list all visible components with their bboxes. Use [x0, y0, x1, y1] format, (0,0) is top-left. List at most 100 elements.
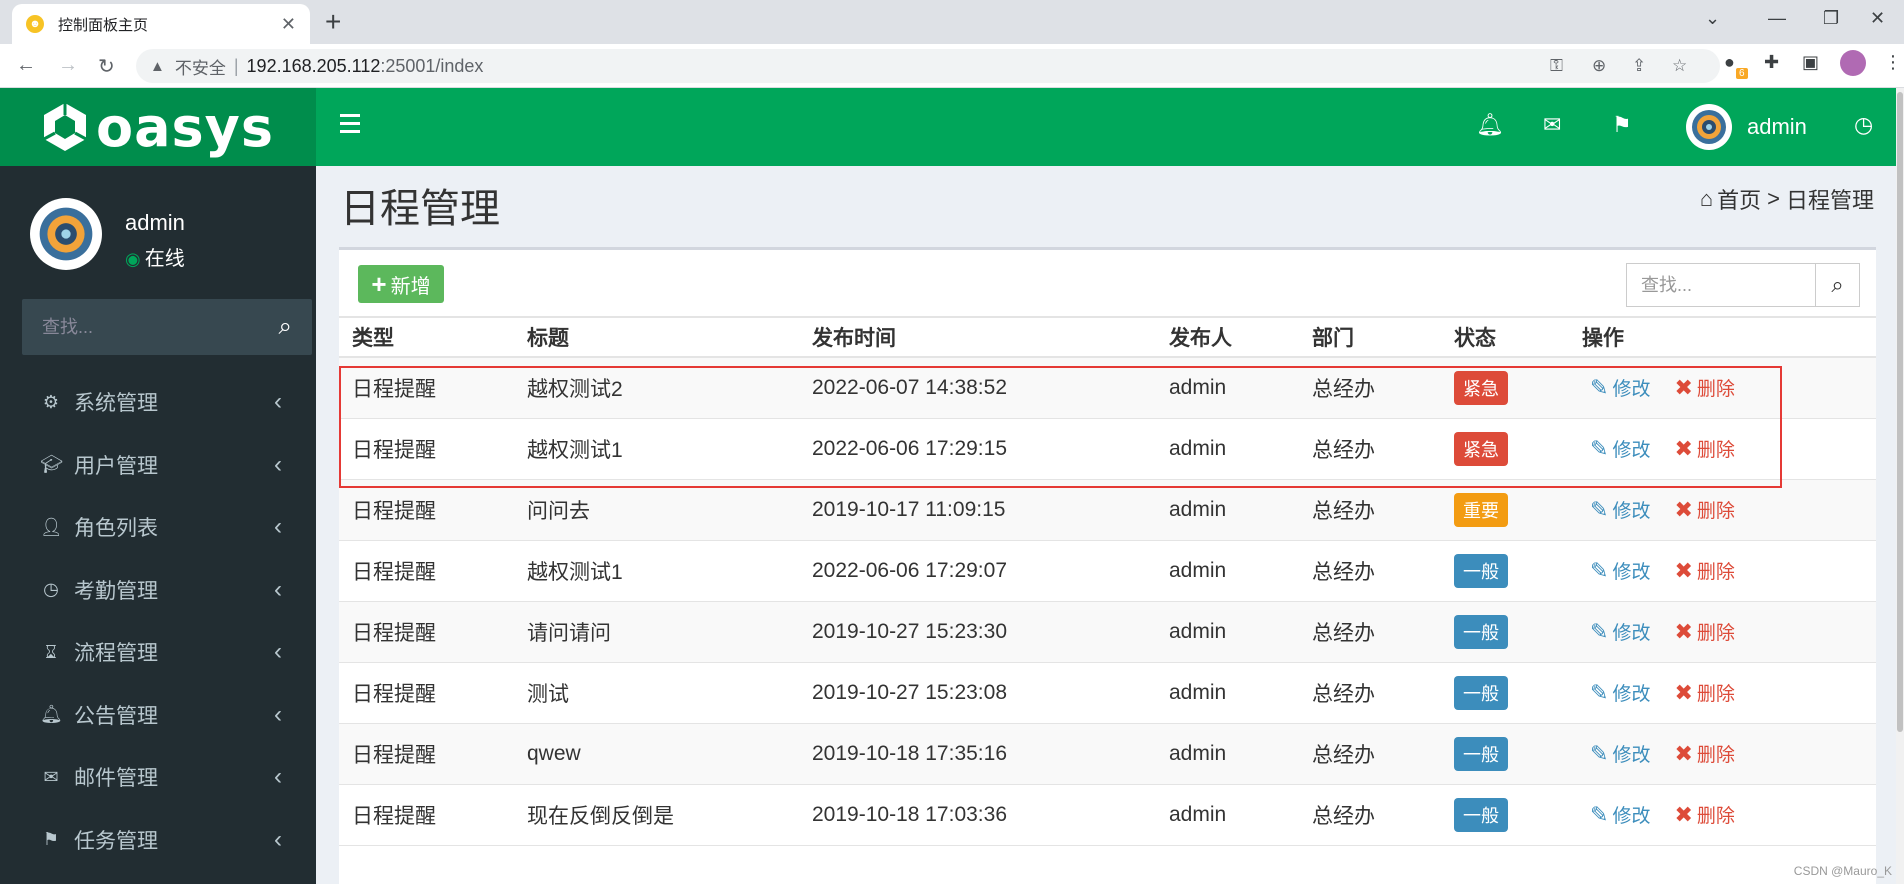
edit-button[interactable]: ✎ 修改 [1590, 801, 1650, 828]
sidebar: admin ◉在线 ⌕ ⚙ 系统管理 ‹ 🎓︎ 用户管理 ‹ 👤︎ 角色列表 ‹… [0, 166, 316, 884]
zoom-icon[interactable]: ⊕ [1592, 56, 1606, 76]
bookmark-star-icon[interactable]: ☆ [1672, 56, 1687, 76]
delete-label: 删除 [1696, 562, 1735, 583]
cell-dept: 总经办 [1299, 357, 1441, 419]
search-icon[interactable]: ⌕ [279, 313, 292, 341]
column-header-dept: 部门 [1299, 316, 1441, 358]
close-window-icon[interactable]: ✕ [1870, 8, 1885, 29]
edit-button[interactable]: ✎ 修改 [1590, 618, 1650, 645]
edit-icon: ✎ [1590, 374, 1609, 400]
url-field[interactable]: ▲ 不安全 | 192.168.205.112 :25001/index ⚿ ⊕… [136, 49, 1720, 83]
sidebar-item-label: 邮件管理 [74, 767, 158, 791]
close-tab-icon[interactable]: ✕ [281, 14, 296, 35]
table-row: 日程提醒 越权测试2 2022-06-07 14:38:52 admin 总经办 紧急 ✎ 修… [339, 357, 1876, 419]
flag-icon[interactable]: ⚑ [1612, 112, 1632, 138]
bell-icon[interactable]: 🔔︎ [1476, 112, 1504, 138]
delete-button[interactable]: ✖ 删除 [1674, 740, 1734, 767]
sidebar-item-tasks[interactable]: ⚑ 任务管理 ‹ [0, 809, 316, 872]
user-panel: admin ◉ 在线 [30, 198, 185, 270]
scrollbar-thumb[interactable] [1897, 92, 1903, 732]
profile-avatar[interactable] [1840, 50, 1866, 76]
forward-icon[interactable]: → [58, 54, 78, 77]
new-tab-button[interactable]: + [325, 7, 341, 37]
app-logo[interactable]: oasys [0, 88, 316, 166]
edit-button[interactable]: ✎ 修改 [1590, 557, 1650, 584]
cell-publisher: admin [1156, 479, 1299, 541]
menu-dots-icon[interactable]: ⋮ [1884, 52, 1902, 73]
sidebar-item-label: 考勤管理 [74, 579, 158, 603]
add-button[interactable]: + 新增 [358, 265, 444, 303]
sidebar-item-roles[interactable]: 👤︎ 角色列表 ‹ [0, 496, 316, 559]
breadcrumb-home[interactable]: 首页 [1717, 183, 1761, 215]
edit-button[interactable]: ✎ 修改 [1590, 435, 1650, 462]
table-row: 日程提醒 qwew 2019-10-18 17:35:16 admin 总经办 一般 ✎ 修改… [339, 723, 1876, 785]
delete-button[interactable]: ✖ 删除 [1674, 679, 1734, 706]
delete-button[interactable]: ✖ 删除 [1674, 801, 1734, 828]
edit-button[interactable]: ✎ 修改 [1590, 374, 1650, 401]
edit-button[interactable]: ✎ 修改 [1590, 679, 1650, 706]
edit-button[interactable]: ✎ 修改 [1590, 740, 1650, 767]
sidebar-item-system[interactable]: ⚙ 系统管理 ‹ [0, 371, 316, 434]
status-badge: 一般 [1454, 675, 1508, 710]
delete-button[interactable]: ✖ 删除 [1674, 496, 1734, 523]
sidepanel-icon[interactable]: ▣ [1802, 52, 1819, 73]
browser-tab[interactable]: ☻ 控制面板主页 ✕ [12, 4, 310, 44]
puzzle-icon[interactable]: ✚ [1764, 52, 1779, 73]
breadcrumb-current: 日程管理 [1785, 188, 1874, 213]
avatar[interactable] [1686, 104, 1732, 150]
delete-button[interactable]: ✖ 删除 [1674, 374, 1734, 401]
sidebar-item-label: 公告管理 [74, 704, 158, 728]
chevron-left-icon: ‹ [274, 700, 282, 728]
nav-user-name[interactable]: admin [1747, 114, 1807, 140]
cell-status: 紧急 [1441, 418, 1569, 480]
extension-icon[interactable]: ● [1724, 52, 1735, 73]
back-icon[interactable]: ← [16, 54, 36, 77]
delete-button[interactable]: ✖ 删除 [1674, 557, 1734, 584]
sidebar-item-process[interactable]: ⌛︎ 流程管理 ‹ [0, 621, 316, 684]
sidebar-item-label: 用户管理 [74, 454, 158, 478]
sidebar-item-notice[interactable]: 🔔︎ 公告管理 ‹ [0, 684, 316, 747]
address-bar: ← → ↻ ▲ 不安全 | 192.168.205.112 :25001/ind… [0, 44, 1904, 88]
url-path: :25001/index [380, 55, 484, 76]
cell-type: 日程提醒 [339, 479, 514, 541]
tab-search-chevron-icon[interactable]: ⌄ [1705, 8, 1720, 29]
delete-button[interactable]: ✖ 删除 [1674, 618, 1734, 645]
status-badge: 紧急 [1454, 370, 1508, 405]
online-status-label: 在线 [144, 248, 185, 270]
edit-icon: ✎ [1590, 435, 1609, 461]
cell-actions: ✎ 修改 ✖ 删除 [1569, 601, 1876, 663]
cell-title: 请问请问 [514, 601, 799, 663]
column-header-title: 标题 [514, 316, 799, 358]
edit-icon: ✎ [1590, 618, 1609, 644]
sidebar-item-users[interactable]: 🎓︎ 用户管理 ‹ [0, 434, 316, 497]
sidebar-item-attendance[interactable]: ◷ 考勤管理 ‹ [0, 559, 316, 622]
edit-icon: ✎ [1590, 557, 1609, 583]
envelope-icon[interactable]: ✉ [1543, 112, 1561, 138]
cell-actions: ✎ 修改 ✖ 删除 [1569, 723, 1876, 785]
sidebar-toggle-icon[interactable] [340, 114, 360, 138]
table-row: 日程提醒 现在反倒反倒是 2019-10-18 17:03:36 admin 总经办 一般… [339, 784, 1876, 846]
reload-icon[interactable]: ↻ [98, 54, 115, 79]
cell-dept: 总经办 [1299, 662, 1441, 724]
sidebar-search-input[interactable] [42, 316, 279, 338]
cell-status: 一般 [1441, 601, 1569, 663]
key-icon[interactable]: ⚿ [1550, 56, 1563, 76]
clock-icon[interactable]: ◷ [1854, 112, 1873, 138]
cell-type: 日程提醒 [339, 540, 514, 602]
cell-publisher: admin [1156, 723, 1299, 785]
share-icon[interactable]: ⇪ [1632, 56, 1646, 76]
search-input[interactable] [1627, 264, 1815, 306]
close-icon: ✖ [1674, 679, 1693, 705]
url-separator: | [233, 55, 239, 76]
search-icon: ⌕ [1831, 272, 1844, 297]
edit-button[interactable]: ✎ 修改 [1590, 496, 1650, 523]
minimize-icon[interactable]: — [1768, 8, 1786, 29]
search-button[interactable]: ⌕ [1815, 264, 1859, 306]
restore-icon[interactable]: ❐ [1823, 8, 1839, 29]
cell-actions: ✎ 修改 ✖ 删除 [1569, 357, 1876, 419]
cell-publisher: admin [1156, 784, 1299, 846]
delete-button[interactable]: ✖ 删除 [1674, 435, 1734, 462]
edit-label: 修改 [1612, 623, 1651, 644]
home-icon[interactable]: ⌂ [1700, 186, 1713, 212]
sidebar-item-mail[interactable]: ✉ 邮件管理 ‹ [0, 746, 316, 809]
